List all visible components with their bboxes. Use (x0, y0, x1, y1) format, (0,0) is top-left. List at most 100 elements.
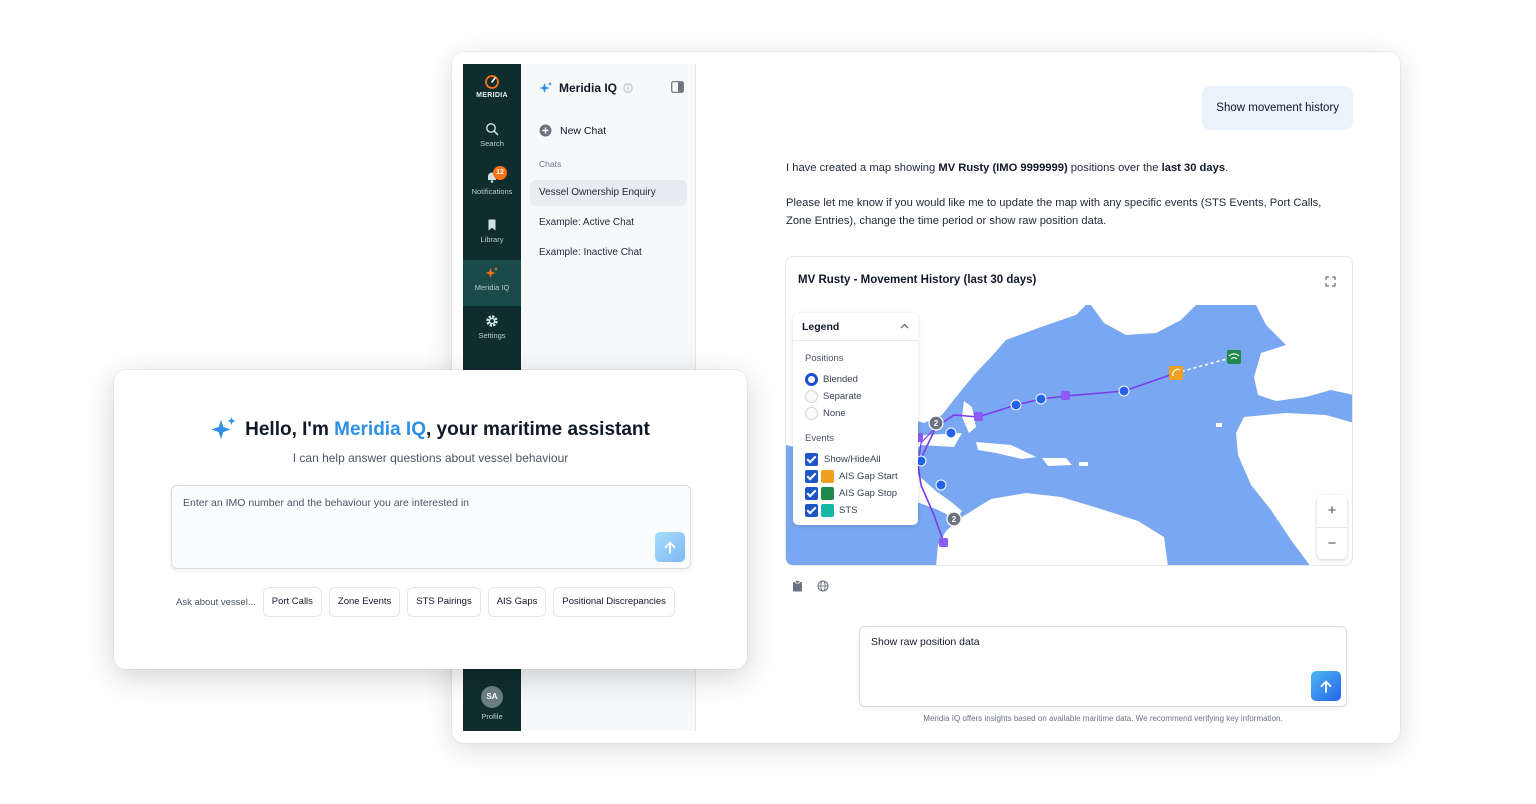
new-chat-button[interactable]: New Chat (539, 124, 606, 137)
rail-label: Notifications (471, 187, 513, 196)
welcome-greeting-end: , your maritime assistant (425, 419, 650, 440)
cluster-count: 2 (952, 515, 957, 524)
chevron-up-icon[interactable] (900, 323, 909, 329)
legend-events-label: Events (805, 433, 835, 444)
legend-positions-label: Positions (805, 353, 844, 364)
zoom-out-button[interactable]: − (1317, 528, 1347, 560)
position-marker[interactable] (1118, 385, 1130, 397)
chip-ais-gaps[interactable]: AIS Gaps (487, 587, 547, 617)
event-marker[interactable] (939, 538, 948, 547)
rail-profile[interactable]: SA Profile (463, 686, 521, 721)
land-south-america (936, 493, 1168, 565)
user-message-bubble: Show movement history (1202, 86, 1353, 130)
rail-item-search[interactable]: Search (463, 116, 521, 162)
message-actions (792, 580, 829, 592)
notification-badge: 12 (493, 166, 507, 180)
zoom-in-button[interactable]: + (1317, 495, 1347, 527)
welcome-title: Hello, I'm Meridia IQ, your maritime ass… (114, 416, 747, 441)
gear-icon (486, 315, 498, 327)
clipboard-icon[interactable] (792, 580, 803, 592)
legend-radio-separate[interactable]: Separate (805, 389, 862, 403)
globe-icon[interactable] (817, 580, 829, 592)
checkbox (805, 486, 818, 500)
sts-icon (821, 503, 834, 517)
rail-item-notifications[interactable]: 12 Notifications (463, 164, 521, 210)
land-hispaniola (1042, 458, 1072, 466)
position-marker[interactable] (945, 427, 957, 439)
suggestion-chips: Ask about vessel... Port Calls Zone Even… (176, 587, 682, 617)
land-islands (1216, 423, 1222, 427)
plus-circle-icon (539, 124, 552, 137)
composer-input[interactable]: Show raw position data (871, 636, 980, 648)
meridia-logo[interactable]: MERIDIA (463, 74, 521, 99)
info-icon[interactable] (623, 83, 633, 93)
search-icon (486, 123, 499, 136)
chip-zone-events[interactable]: Zone Events (328, 587, 401, 617)
rail-item-meridia-iq[interactable]: Meridia IQ (463, 260, 521, 306)
legend-option-label: None (823, 407, 846, 419)
chat-item-active[interactable]: Example: Active Chat (530, 210, 687, 236)
legend-option-label: STS (839, 504, 858, 516)
chip-sts-pairings[interactable]: STS Pairings (407, 587, 481, 617)
collapse-sidebar-icon[interactable] (671, 81, 684, 93)
legend-option-label: Separate (823, 390, 862, 402)
event-marker[interactable] (1061, 391, 1070, 400)
avatar: SA (481, 686, 503, 708)
position-marker[interactable] (935, 479, 947, 491)
send-button[interactable] (655, 532, 685, 562)
map-legend: Legend Positions Blended Separate None E… (793, 313, 918, 525)
reply-text: . (1225, 162, 1229, 174)
message-composer[interactable]: Show raw position data (859, 626, 1347, 707)
assistant-reply-summary: I have created a map showing MV Rusty (I… (786, 159, 1346, 177)
meridia-logo-icon (485, 75, 499, 89)
chips-lead-label: Ask about vessel... (176, 596, 256, 608)
ais-gap-start-marker[interactable] (1169, 366, 1183, 380)
legend-check-show-hide-all[interactable]: Show/HideAll (805, 452, 881, 466)
welcome-card: Hello, I'm Meridia IQ, your maritime ass… (114, 370, 747, 669)
land-europe (1254, 305, 1352, 401)
legend-radio-none[interactable]: None (805, 406, 846, 420)
logo-text: MERIDIA (476, 92, 508, 99)
position-marker[interactable] (1010, 399, 1022, 411)
chip-port-calls[interactable]: Port Calls (262, 587, 322, 617)
map-title: MV Rusty - Movement History (last 30 day… (798, 274, 1037, 286)
ais-gap-stop-marker[interactable] (1227, 350, 1241, 364)
land-puerto-rico (1079, 462, 1088, 466)
radio-button (805, 406, 818, 420)
legend-divider (793, 340, 918, 341)
chip-positional-discrepancies[interactable]: Positional Discrepancies (553, 587, 675, 617)
map-view[interactable]: 2 2 Legend Positions Blended Separate No… (786, 305, 1352, 565)
sidebar-title: Meridia IQ (559, 81, 618, 95)
expand-icon[interactable] (1325, 276, 1336, 287)
legend-check-ais-gap-start[interactable]: AIS Gap Start (805, 469, 898, 483)
rail-label: Meridia IQ (474, 283, 510, 292)
sparkle-icon (485, 267, 498, 278)
ais-gap-start-icon (821, 469, 834, 483)
legend-option-label: Blended (823, 373, 858, 385)
rail-item-library[interactable]: Library (463, 212, 521, 258)
radio-button (805, 372, 818, 386)
event-marker[interactable] (974, 412, 983, 421)
land-greenland (1091, 305, 1196, 335)
map-card: MV Rusty - Movement History (last 30 day… (785, 256, 1353, 566)
chat-item-inactive[interactable]: Example: Inactive Chat (530, 240, 687, 266)
rail-label: Search (480, 139, 504, 148)
legend-radio-blended[interactable]: Blended (805, 372, 858, 386)
imo-query-input[interactable]: Enter an IMO number and the behaviour yo… (171, 485, 691, 569)
chat-item-vessel-ownership[interactable]: Vessel Ownership Enquiry (530, 180, 687, 206)
new-chat-label: New Chat (560, 124, 607, 137)
welcome-greeting: Hello, I'm (245, 419, 335, 440)
disclaimer-text: Meridia IQ offers insights based on avai… (923, 714, 1283, 723)
chats-section-label: Chats (539, 159, 562, 169)
checkbox (805, 452, 818, 466)
legend-option-label: AIS Gap Stop (839, 487, 898, 499)
legend-check-ais-gap-stop[interactable]: AIS Gap Stop (805, 486, 897, 500)
position-marker[interactable] (1035, 393, 1047, 405)
send-button[interactable] (1311, 671, 1341, 701)
input-placeholder: Enter an IMO number and the behaviour yo… (183, 497, 470, 509)
assistant-reply-followup: Please let me know if you would like me … (786, 197, 1322, 227)
legend-check-sts[interactable]: STS (805, 503, 857, 517)
arrow-up-icon (664, 541, 676, 554)
zoom-control: + − (1317, 495, 1347, 559)
rail-item-settings[interactable]: Settings (463, 308, 521, 354)
